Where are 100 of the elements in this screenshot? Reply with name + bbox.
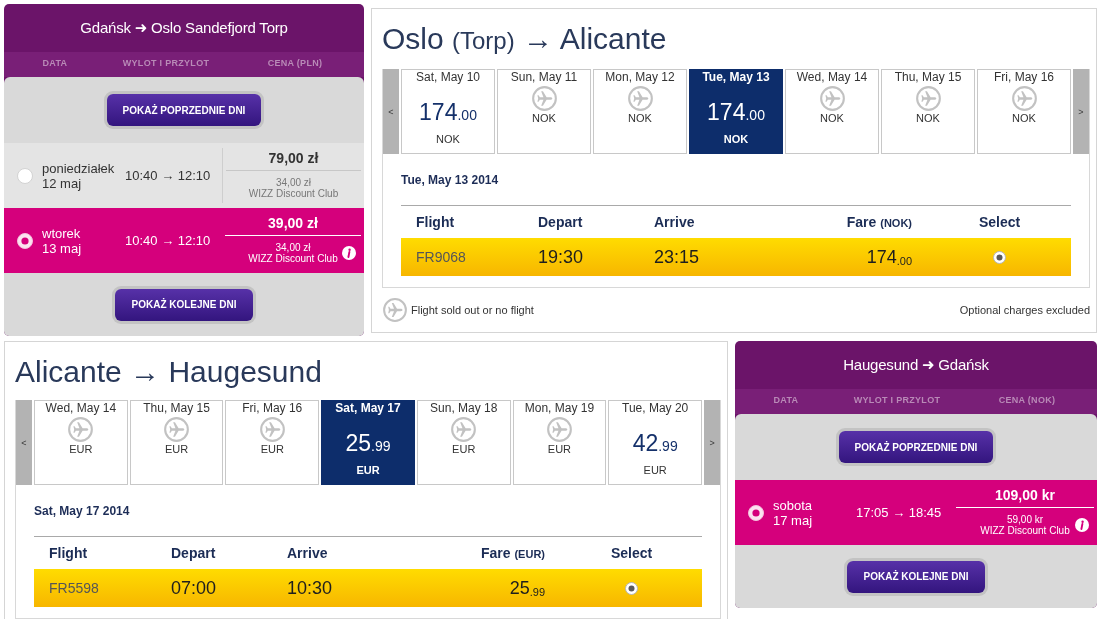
date-card[interactable]: Sun, May 11 NOK <box>497 69 591 154</box>
column-label: WYLOT I PRZYLOT <box>853 395 941 405</box>
previous-dates-button[interactable]: < <box>16 400 32 485</box>
date-label: Sat, May 10 <box>416 70 480 84</box>
next-dates-button[interactable]: > <box>704 400 721 485</box>
currency-label: EUR <box>356 463 380 477</box>
date-label: Tue, May 20 <box>622 401 689 415</box>
currency-label: NOK <box>628 111 652 125</box>
price-label: 109,00 kr <box>995 487 1055 503</box>
next-days-button[interactable]: POKAŻ KOLEJNE DNI <box>847 560 985 593</box>
radio-button[interactable] <box>17 232 33 249</box>
note-text: Optional charges excluded <box>959 304 1090 316</box>
date-label: Sun, May 11 <box>510 70 578 84</box>
plane-icon <box>451 417 477 442</box>
arrival-time: 23:15 <box>654 246 700 268</box>
fare-price: 25.99 <box>509 577 545 599</box>
currency-label: NOK <box>1012 111 1036 125</box>
column-header: Arrive <box>287 545 328 561</box>
date-label: 13 maj <box>42 240 82 256</box>
date-card[interactable]: Thu, May 15 NOK <box>881 69 975 154</box>
previous-days-button[interactable]: POKAŻ POPRZEDNIE DNI <box>106 94 262 126</box>
date-label: Thu, May 15 <box>143 401 210 415</box>
legend-text: Flight sold out or no flight <box>411 304 534 316</box>
column-header: Depart <box>538 214 583 230</box>
date-card[interactable]: Thu, May 15 EUR <box>129 400 224 485</box>
column-label: DATA <box>773 395 799 405</box>
next-days-button[interactable]: POKAŻ KOLEJNE DNI <box>115 288 253 321</box>
date-card[interactable]: Mon, May 12 NOK <box>593 69 687 154</box>
next-dates-button[interactable]: > <box>1073 69 1089 154</box>
route-title: Alicante → Haugesund <box>15 354 322 390</box>
info-icon[interactable] <box>342 246 356 260</box>
price-label: 79,00 zł <box>268 150 319 166</box>
date-card[interactable]: Sat, May 10 174.00 NOK <box>401 69 495 154</box>
plane-icon <box>383 298 407 322</box>
previous-days-button[interactable]: POKAŻ POPRZEDNIE DNI <box>838 431 994 463</box>
date-label: Wed, May 14 <box>796 70 868 84</box>
fare-price: 174.00 <box>707 99 765 127</box>
column-header: Depart <box>171 545 216 561</box>
club-name-label: WIZZ Discount Club <box>248 253 338 264</box>
route-title: Oslo (Torp) → Alicante <box>382 21 667 57</box>
date-label: Fri, May 16 <box>994 70 1054 84</box>
date-card[interactable]: Wed, May 14 EUR <box>34 400 128 485</box>
flight-row[interactable]: FR9068 19:30 23:15 174.00 <box>401 238 1071 276</box>
weekday-label: sobota <box>773 497 813 513</box>
day-row[interactable]: sobota 17 maj 17:05 → 18:45 109,00 kr 59,00 kr WIZZ Discount Club <box>735 480 1097 545</box>
plane-icon <box>627 86 653 111</box>
flight-number: FR5598 <box>49 580 99 596</box>
radio-button[interactable] <box>993 250 1006 264</box>
flight-row[interactable]: FR5598 07:00 10:30 25.99 <box>34 569 702 607</box>
fare-price: 42.99 <box>632 430 678 458</box>
plane-icon <box>68 417 94 442</box>
date-label: 12 maj <box>42 175 82 191</box>
club-price-label: 34,00 zł <box>276 177 311 188</box>
date-label: Sat, May 17 <box>335 401 401 415</box>
date-card[interactable]: Sun, May 18 EUR <box>416 400 511 485</box>
date-label: Fri, May 16 <box>242 401 303 415</box>
club-name-label: WIZZ Discount Club <box>980 525 1070 536</box>
date-card[interactable]: Tue, May 13 174.00 NOK <box>689 69 783 154</box>
radio-button[interactable] <box>17 167 33 184</box>
plane-icon <box>546 417 572 442</box>
info-icon[interactable] <box>1075 518 1089 532</box>
date-label: Thu, May 15 <box>894 70 962 84</box>
column-label: CENA (PLN) <box>267 58 323 68</box>
price-label: 39,00 zł <box>268 215 318 231</box>
plane-icon <box>915 86 941 111</box>
currency-label: NOK <box>532 111 556 125</box>
date-card[interactable]: Sat, May 17 25.99 EUR <box>321 400 415 485</box>
column-header: Fare (EUR) <box>480 545 545 561</box>
date-card[interactable]: Wed, May 14 NOK <box>785 69 879 154</box>
date-card[interactable]: Tue, May 20 42.99 EUR <box>608 400 703 485</box>
currency-label: EUR <box>164 442 189 456</box>
flight-times: 17:05 → 18:45 <box>856 505 942 520</box>
column-header: Select <box>978 214 1021 230</box>
date-label: Tue, May 13 <box>702 70 770 84</box>
plane-icon <box>531 86 557 111</box>
date-card[interactable]: Fri, May 16 EUR <box>225 400 320 485</box>
day-row[interactable]: wtorek 13 maj 10:40 → 12:10 39,00 zł 34,00 zł WIZZ Discount Club <box>4 208 364 273</box>
plane-icon <box>819 86 845 111</box>
column-label: WYLOT I PRZYLOT <box>122 58 210 68</box>
column-header: Fare (NOK) <box>846 214 912 230</box>
radio-button[interactable] <box>748 504 764 521</box>
weekday-label: poniedziałek <box>42 160 115 176</box>
radio-button[interactable] <box>625 581 638 595</box>
column-header: Select <box>610 545 653 561</box>
fare-price: 174.00 <box>866 246 912 268</box>
weekday-label: wtorek <box>42 225 81 241</box>
plane-icon <box>259 417 285 442</box>
currency-label: EUR <box>452 442 476 456</box>
column-label: DATA <box>42 58 68 68</box>
currency-label: NOK <box>436 132 460 146</box>
currency-label: NOK <box>820 111 844 125</box>
previous-dates-button[interactable]: < <box>383 69 399 154</box>
column-header: Arrive <box>654 214 695 230</box>
currency-label: EUR <box>643 463 667 477</box>
date-card[interactable]: Fri, May 16 NOK <box>977 69 1071 154</box>
currency-label: EUR <box>260 442 284 456</box>
route-title: Gdańsk ➜ Oslo Sandefjord Torp <box>80 19 288 37</box>
date-label: Mon, May 19 <box>524 401 595 415</box>
date-card[interactable]: Mon, May 19 EUR <box>512 400 607 485</box>
column-label: CENA (NOK) <box>998 395 1056 405</box>
